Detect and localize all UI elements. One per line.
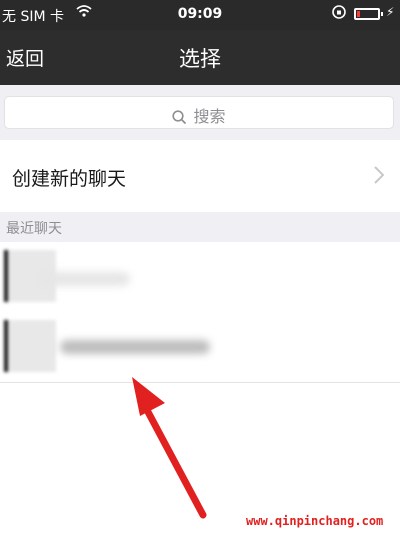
annotation-arrow bbox=[132, 377, 207, 519]
watermark: www.qinpinchang.com bbox=[246, 514, 384, 528]
